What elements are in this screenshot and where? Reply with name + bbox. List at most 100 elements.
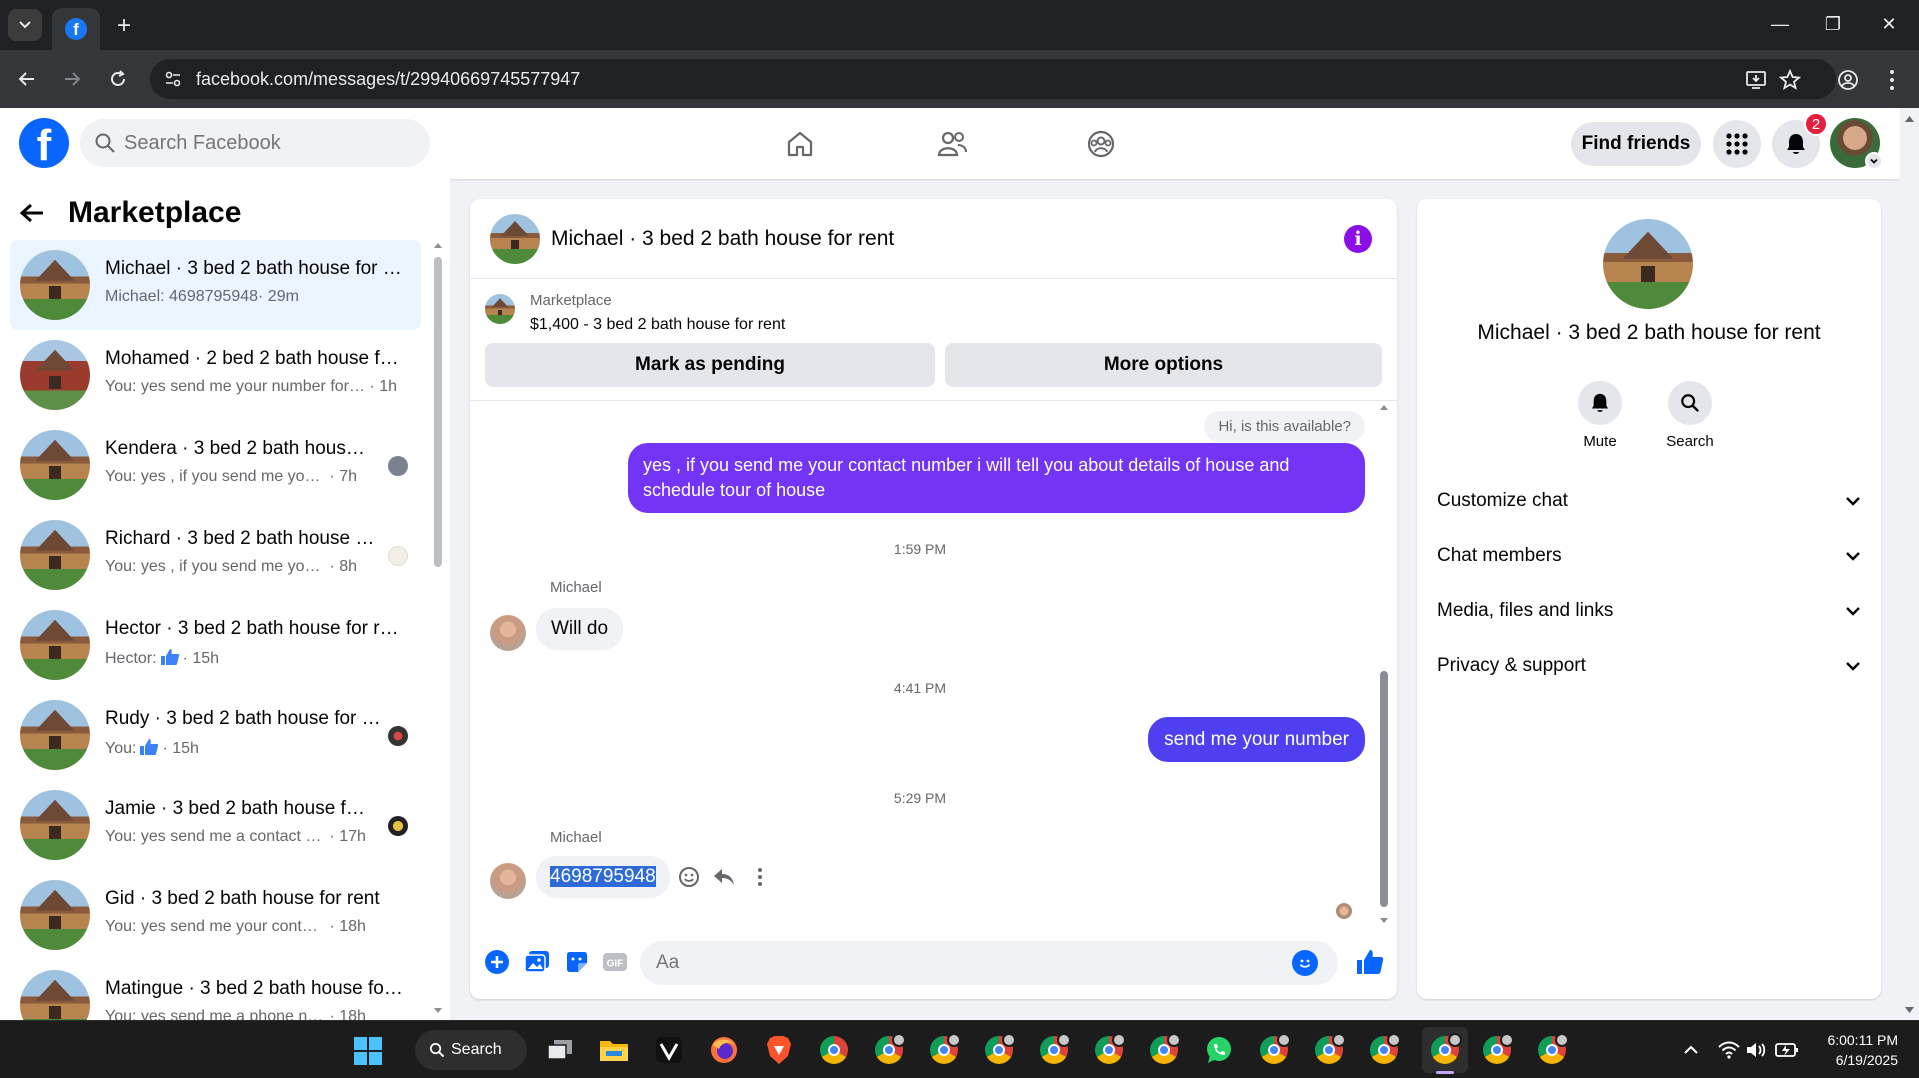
gif-icon[interactable]: GIF — [600, 947, 630, 977]
restore-button[interactable]: ❐ — [1813, 10, 1853, 38]
react-emoji-button[interactable] — [675, 863, 703, 891]
facebook-logo-icon[interactable]: f — [19, 118, 69, 168]
message-bubble-outgoing[interactable]: send me your number — [1148, 717, 1365, 762]
conversation-preview: You: yes send me your contact number · 1… — [105, 918, 366, 935]
brave-icon[interactable] — [762, 1033, 796, 1067]
message-bubble-incoming[interactable]: Will do — [536, 608, 624, 650]
tray-overflow-chevron-icon[interactable] — [1683, 1039, 1699, 1061]
section-privacy-support[interactable]: Privacy & support — [1437, 644, 1861, 688]
chrome-profile-icon[interactable] — [1480, 1033, 1514, 1067]
more-options-button[interactable]: More options — [945, 343, 1382, 387]
section-customize-chat[interactable]: Customize chat — [1437, 479, 1861, 523]
message-input[interactable] — [656, 941, 1276, 985]
chrome-profile-icon[interactable] — [1147, 1033, 1181, 1067]
conversation-item[interactable]: Rudy · 3 bed 2 bath house for rent You: ·… — [10, 690, 421, 780]
chrome-profile-icon[interactable] — [982, 1033, 1016, 1067]
back-button[interactable] — [12, 64, 42, 94]
sender-avatar[interactable] — [490, 615, 526, 651]
site-info-icon[interactable] — [162, 68, 184, 90]
scrollbar-thumb[interactable] — [434, 257, 442, 567]
close-window-button[interactable]: ✕ — [1869, 10, 1909, 38]
sidebar-scrollbar[interactable] — [432, 239, 444, 1019]
chrome-profile-icon[interactable] — [1367, 1033, 1401, 1067]
selected-phone-number[interactable]: 4698795948 — [550, 866, 656, 887]
message-bubble[interactable]: Hi, is this available? — [1204, 411, 1365, 442]
volume-icon[interactable] — [1746, 1039, 1768, 1061]
file-explorer-icon[interactable] — [597, 1033, 631, 1067]
section-chat-members[interactable]: Chat members — [1437, 534, 1861, 578]
sticker-icon[interactable] — [562, 947, 592, 977]
chrome-profile-icon[interactable] — [1257, 1033, 1291, 1067]
sender-avatar[interactable] — [490, 863, 526, 899]
listing-thumbnail — [20, 340, 90, 410]
account-chevron-icon[interactable] — [1865, 152, 1883, 170]
menu-grid-button[interactable] — [1713, 120, 1761, 168]
reload-button[interactable] — [103, 64, 133, 94]
conversation-item[interactable]: Kendera · 3 bed 2 bath house for rent Yo… — [10, 420, 421, 510]
conversation-item[interactable]: Michael · 3 bed 2 bath house for rent Mi… — [10, 240, 421, 330]
chrome-profile-icon[interactable] — [1428, 1033, 1462, 1067]
bookmark-star-icon[interactable] — [1778, 68, 1802, 92]
browser-tab-facebook[interactable]: f — [52, 8, 100, 50]
vivaldi-icon[interactable] — [652, 1033, 686, 1067]
browser-menu-icon[interactable] — [1878, 66, 1906, 94]
profile-icon[interactable] — [1834, 66, 1862, 94]
more-actions-plus-icon[interactable] — [482, 947, 512, 977]
install-app-icon[interactable] — [1744, 68, 1768, 92]
listing-title[interactable]: $1,400 - 3 bed 2 bath house for rent — [530, 316, 785, 334]
nav-friends-tab[interactable] — [897, 118, 1007, 170]
conversation-item[interactable]: Mohamed · 2 bed 2 bath house for rent Yo… — [10, 330, 421, 420]
find-friends-button[interactable]: Find friends — [1571, 122, 1701, 166]
url-text[interactable]: facebook.com/messages/t/2994066974557794… — [196, 69, 580, 90]
reply-button[interactable] — [710, 863, 738, 891]
chat-details-avatar[interactable] — [1603, 219, 1693, 309]
forward-button[interactable] — [57, 64, 87, 94]
task-view-icon[interactable] — [543, 1033, 577, 1067]
conversation-item[interactable]: Hector · 3 bed 2 bath house for rent Hec… — [10, 600, 421, 690]
minimize-button[interactable]: — — [1760, 10, 1800, 38]
chat-title[interactable]: Michael · 3 bed 2 bath house for rent — [551, 227, 894, 251]
mark-as-pending-button[interactable]: Mark as pending — [485, 343, 935, 387]
chrome-icon[interactable] — [817, 1033, 851, 1067]
scrollbar-thumb[interactable] — [1380, 671, 1388, 907]
emoji-icon[interactable] — [1292, 950, 1318, 976]
conversation-item[interactable]: Gid · 3 bed 2 bath house for rent You: y… — [10, 870, 421, 960]
section-media-files-links[interactable]: Media, files and links — [1437, 589, 1861, 633]
chat-avatar[interactable] — [490, 214, 540, 264]
like-thumb-button[interactable] — [1355, 947, 1385, 977]
chrome-profile-icon[interactable] — [872, 1033, 906, 1067]
conversation-item[interactable]: Richard · 3 bed 2 bath house for rent Yo… — [10, 510, 421, 600]
wifi-icon[interactable] — [1718, 1039, 1740, 1061]
attach-photo-icon[interactable] — [522, 947, 552, 977]
facebook-search[interactable] — [80, 119, 430, 167]
nav-groups-tab[interactable] — [1046, 118, 1156, 170]
page-scrollbar[interactable] — [1900, 108, 1919, 1020]
mute-button[interactable]: Mute — [1560, 381, 1640, 450]
message-bubble-outgoing[interactable]: yes , if you send me your contact number… — [628, 443, 1365, 513]
address-bar[interactable]: facebook.com/messages/t/2994066974557794… — [150, 59, 1836, 99]
conversation-item[interactable]: Matingue · 3 bed 2 bath house for rent Y… — [10, 960, 421, 1020]
chrome-profile-icon[interactable] — [1037, 1033, 1071, 1067]
message-input-wrap[interactable] — [640, 941, 1338, 985]
search-in-chat-button[interactable]: Search — [1650, 381, 1730, 450]
system-clock[interactable]: 6:00:11 PM 6/19/2025 — [1818, 1030, 1898, 1070]
windows-start-icon[interactable] — [354, 1037, 382, 1065]
facebook-search-input[interactable] — [124, 119, 414, 167]
nav-home-tab[interactable] — [745, 118, 855, 170]
battery-icon[interactable] — [1775, 1039, 1799, 1061]
whatsapp-icon[interactable] — [1202, 1033, 1236, 1067]
message-more-button[interactable] — [746, 863, 774, 891]
tab-search-button[interactable] — [8, 9, 42, 41]
chrome-profile-icon[interactable] — [1312, 1033, 1346, 1067]
new-tab-button[interactable]: + — [110, 12, 138, 40]
info-icon[interactable]: i — [1344, 225, 1372, 253]
chat-scrollbar[interactable] — [1377, 401, 1391, 929]
chrome-profile-icon[interactable] — [927, 1033, 961, 1067]
back-arrow-button[interactable] — [12, 193, 52, 233]
chrome-profile-icon[interactable] — [1535, 1033, 1569, 1067]
firefox-icon[interactable] — [707, 1033, 741, 1067]
chrome-profile-icon[interactable] — [1092, 1033, 1126, 1067]
conversation-item[interactable]: Jamie · 3 bed 2 bath house for rent You:… — [10, 780, 421, 870]
message-bubble-incoming[interactable]: 4698795948 — [536, 856, 670, 898]
taskbar-search[interactable]: Search — [415, 1030, 527, 1070]
